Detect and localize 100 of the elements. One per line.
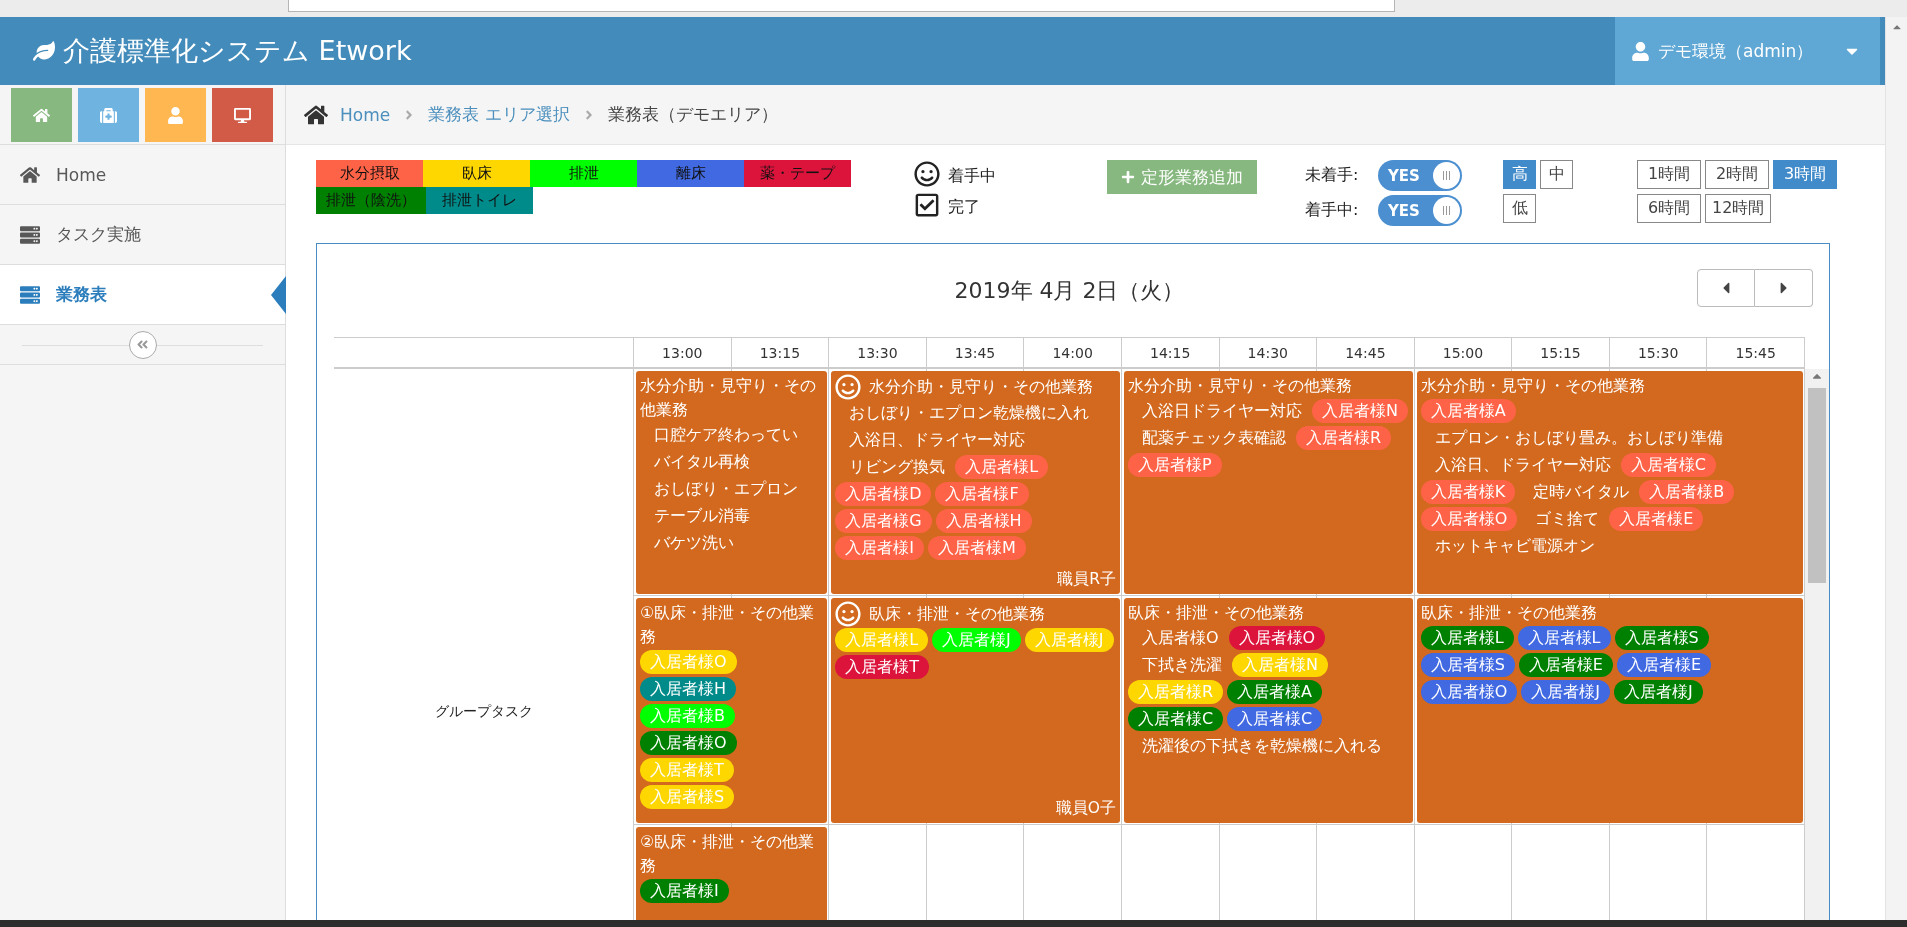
staff-name: 職員O子 (1055, 798, 1116, 819)
resident-tag[interactable]: 入居者様L (1420, 626, 1514, 650)
task-text: 洗濯後の下拭きを乾燥機に入れる (1140, 735, 1383, 757)
task-text: 配薬チェック表確認 (1140, 427, 1287, 449)
time-header: 14:30 (1219, 338, 1318, 367)
resident-tag[interactable]: 入居者様A (1420, 399, 1516, 423)
task-card[interactable]: 水分介助・見守り・その他業務 口腔ケア終わってい バイタル再検 おしぼり・エプロン テーブル消毒 バケツ洗い (636, 371, 828, 594)
priority-button[interactable]: 低 (1503, 194, 1536, 223)
resident-tag[interactable]: 入居者様E (1518, 653, 1613, 677)
collapse-button[interactable] (128, 330, 157, 359)
time-header: 14:15 (1121, 338, 1220, 367)
next-button[interactable] (1755, 269, 1813, 307)
task-text: おしぼり・エプロン (653, 478, 799, 500)
task-card[interactable]: 臥床・排泄・その他業務 入居者様L 入居者様L 入居者様S 入居者様S 入居者様E 入居者様E 入居者様O 入居者様J 入居者様J (1416, 598, 1803, 823)
resident-tag[interactable]: 入居者様S (1614, 626, 1709, 650)
time-header: 15:30 (1609, 338, 1708, 367)
resident-tag[interactable]: 入居者様M (927, 536, 1026, 560)
filter-label: 着手中: (1305, 200, 1360, 221)
staff-name: 職員R子 (1057, 569, 1116, 590)
time-header: 13:15 (731, 338, 830, 367)
card-title: 臥床・排泄・その他業務 (869, 603, 1046, 623)
resident-tag[interactable]: 入居者様J (1521, 680, 1610, 704)
resident-tag[interactable]: 入居者様G (835, 509, 932, 533)
task-card[interactable]: 臥床・排泄・その他業務 入居者様L 入居者様J 入居者様J 入居者様T 職員O子 (831, 598, 1120, 823)
scroll-thumb[interactable] (1808, 388, 1826, 583)
list-icon (20, 284, 40, 305)
resident-tag[interactable]: 入居者様I (835, 536, 924, 560)
resident-tag[interactable]: 入居者様S (1420, 653, 1515, 677)
resident-tag[interactable]: 入居者様C (1620, 453, 1716, 477)
user-icon (1631, 41, 1650, 61)
priority-button[interactable]: 高 (1503, 160, 1536, 189)
page-scrollbar[interactable] (1885, 17, 1907, 920)
status-label: 完了 (948, 196, 980, 218)
plus-icon (1121, 170, 1135, 184)
task-text: ゴミ捨て (1534, 508, 1601, 530)
filter-toggle[interactable]: YES (1378, 160, 1462, 191)
resident-tag[interactable]: 入居者様R (1295, 426, 1392, 450)
resident-tag[interactable]: 入居者様O (1228, 626, 1326, 650)
resident-tag[interactable]: 入居者様L (1517, 626, 1611, 650)
resident-tag[interactable]: 入居者様H (640, 677, 737, 701)
monitor-shortcut-button[interactable] (212, 88, 273, 142)
resident-tag[interactable]: 入居者様E (1609, 507, 1704, 531)
resident-tag[interactable]: 入居者様E (1616, 653, 1712, 677)
status-label: 着手中 (948, 165, 996, 187)
address-bar[interactable] (288, 0, 1395, 12)
medkit-icon (100, 106, 117, 124)
task-card[interactable]: 臥床・排泄・その他業務 入居者様O 入居者様O 下拭き洗濯 入居者様N 入居者様R 入居者様A 入居者様C 入居者様C 洗濯後の下拭きを乾燥機に入れる (1123, 598, 1413, 823)
card-title: ①臥床・排泄・その他業務 (640, 603, 815, 646)
resident-tag[interactable]: 入居者様T (835, 655, 929, 679)
task-text: 入浴日ドライヤー対応 (1140, 400, 1303, 422)
time-header: 14:00 (1024, 338, 1122, 367)
range-button[interactable]: 6時間 (1637, 194, 1701, 223)
resident-tag[interactable]: 入居者様C (1227, 707, 1323, 731)
resident-tag[interactable]: 入居者様C (1127, 707, 1224, 731)
task-card[interactable]: 水分介助・見守り・その他業務 入浴日ドライヤー対応 入居者様N 配薬チェック表確認 入居者様R 入居者様P (1123, 371, 1413, 594)
resident-tag[interactable]: 入居者様O (640, 731, 737, 755)
user-shortcut-button[interactable] (145, 88, 206, 142)
resident-tag[interactable]: 入居者様N (1311, 399, 1408, 423)
task-card[interactable]: ②臥床・排泄・その他業務 入居者様I (636, 827, 828, 920)
sidebar-item[interactable]: 業務表 (0, 265, 285, 325)
filter-toggle[interactable]: YES (1378, 195, 1462, 226)
task-text: 口腔ケア終わってい (653, 424, 799, 446)
user-menu[interactable]: デモ環境（admin） (1615, 17, 1880, 85)
add-task-button[interactable]: 定形業務追加 (1107, 160, 1257, 194)
task-text: おしぼり・エプロン乾燥機に入れ (848, 402, 1091, 424)
home-shortcut-button[interactable] (11, 88, 72, 142)
resident-tag[interactable]: 入居者様A (1227, 680, 1322, 704)
resident-tag[interactable]: 入居者様I (640, 879, 729, 903)
range-button[interactable]: 1時間 (1637, 160, 1701, 189)
resident-tag[interactable]: 入居者様O (1420, 680, 1518, 704)
resident-tag[interactable]: 入居者様P (1127, 453, 1222, 477)
scrollbar[interactable] (1805, 369, 1829, 920)
time-header: 13:45 (926, 338, 1025, 367)
resident-tag[interactable]: 入居者様F (935, 482, 1029, 506)
range-button[interactable]: 12時間 (1705, 194, 1772, 223)
app-title: 介護標準化システム Etwork (63, 34, 412, 68)
task-card[interactable]: 水分介助・見守り・その他業務 入居者様A エプロン・おしぼり畳み。おしぼり準備 入浴日、ドライヤー対応 入居者様C 入居者様K 定時バイタル 入居者様B 入居者様O ゴミ捨て 入居者様E ホットキャビ電源オン (1416, 371, 1803, 594)
range-button[interactable]: 3時間 (1773, 160, 1837, 189)
resident-tag[interactable]: 入居者様H (935, 509, 1032, 533)
task-card[interactable]: 水分介助・見守り・その他業務 おしぼり・エプロン乾燥機に入れ 入浴日、ドライヤー対応 リビング換気 入居者様L 入居者様D 入居者様F 入居者様G 入居者様H 入居者様I 入居者様M 職員R子 (831, 371, 1120, 594)
resident-tag[interactable]: 入居者様D (835, 482, 932, 506)
task-card[interactable]: ①臥床・排泄・その他業務 入居者様O 入居者様H 入居者様B 入居者様O 入居者様T 入居者様S (636, 598, 828, 823)
resident-tag[interactable]: 入居者様L (955, 455, 1049, 479)
resident-tag[interactable]: 入居者様O (1420, 507, 1518, 531)
breadcrumb-link[interactable]: 業務表 エリア選択 (428, 103, 570, 126)
task-text: リビング換気 (848, 456, 947, 478)
resident-tag[interactable]: 入居者様J (1613, 680, 1703, 704)
medkit-shortcut-button[interactable] (78, 88, 139, 142)
previous-button[interactable] (1697, 269, 1755, 307)
task-text: 下拭き洗濯 (1140, 654, 1223, 676)
breadcrumb-current: 業務表（デモエリア） (607, 103, 778, 126)
card-title: 水分介助・見守り・その他業務 (1127, 376, 1352, 395)
task-text: 定時バイタル (1532, 481, 1631, 503)
resident-tag[interactable]: 入居者様B (1639, 480, 1735, 504)
resident-tag[interactable]: 入居者様K (1420, 480, 1516, 504)
priority-button[interactable]: 中 (1540, 160, 1573, 189)
filter-label: 未着手: (1305, 165, 1360, 186)
breadcrumb-link[interactable]: Home (340, 104, 391, 125)
range-button[interactable]: 2時間 (1705, 160, 1769, 189)
card-title: 臥床・排泄・その他業務 (1420, 603, 1597, 622)
